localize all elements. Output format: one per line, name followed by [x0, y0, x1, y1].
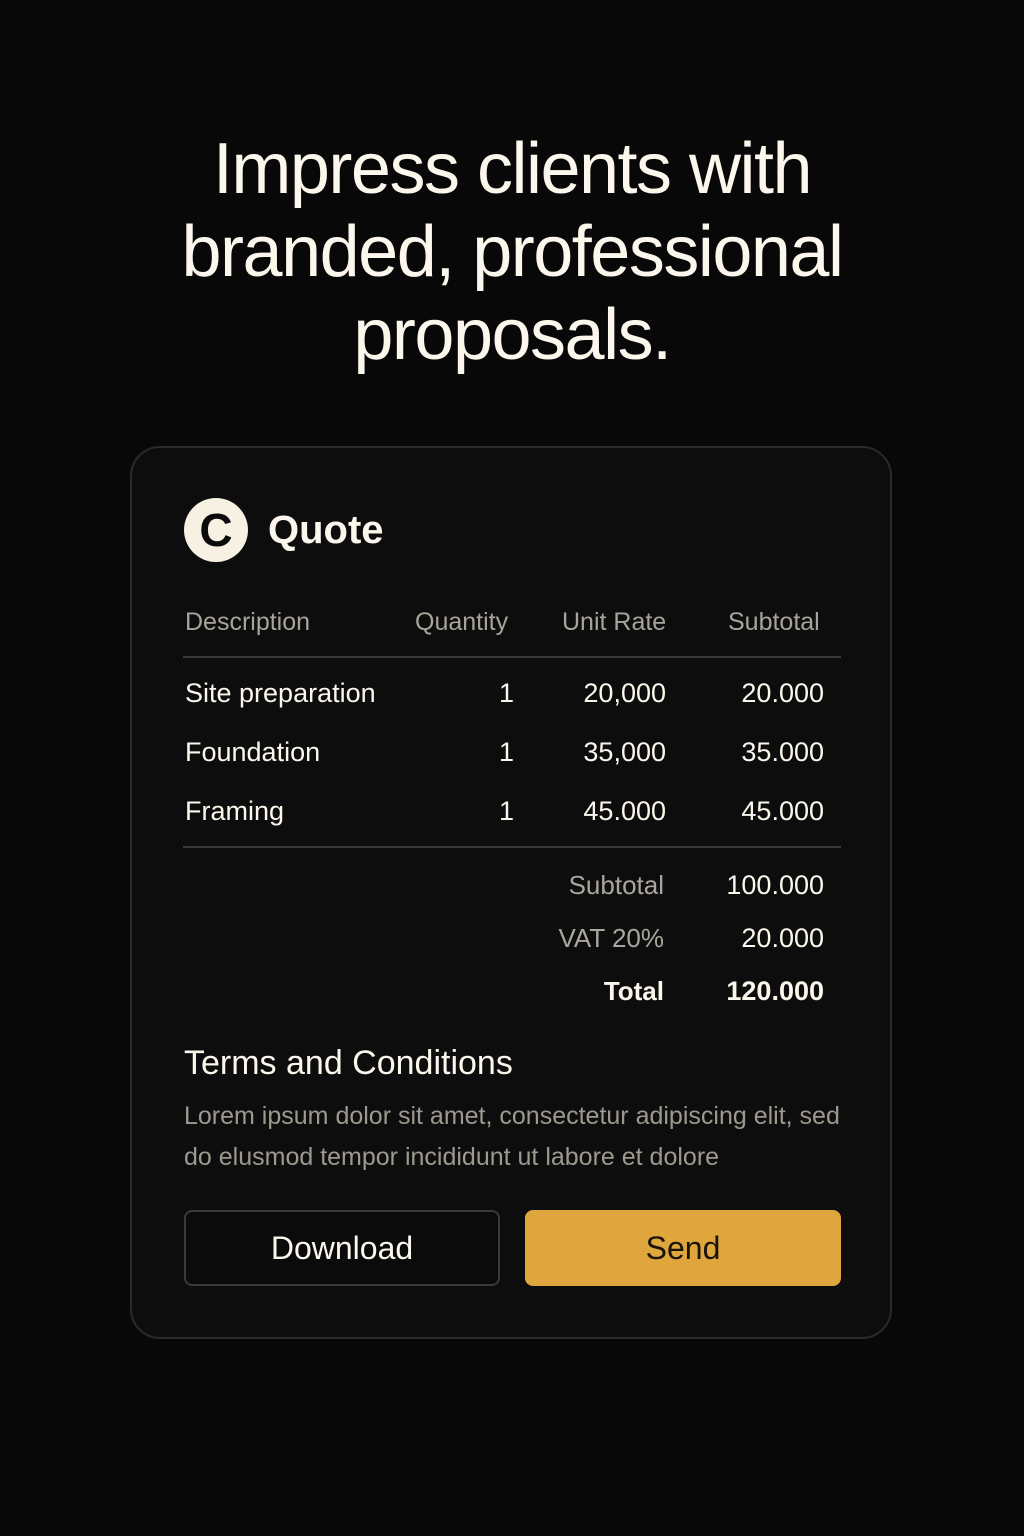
row-3-unit-rate: 45.000	[583, 796, 666, 826]
headline: Impress clients with branded, profession…	[0, 128, 1024, 377]
headline-line-3: proposals.	[353, 295, 672, 375]
row-1-description: Site preparation	[185, 678, 376, 708]
row-2-unit-rate: 35,000	[583, 737, 666, 767]
summary-subtotal-label: Subtotal	[568, 870, 664, 900]
brand-logo-icon: C	[184, 498, 248, 562]
row-2-subtotal: 35.000	[741, 737, 824, 767]
download-button[interactable]: Download	[184, 1210, 500, 1286]
row-2-quantity: 1	[498, 737, 514, 767]
summary-vat-value: 20.000	[741, 923, 824, 953]
quote-title: Quote	[268, 507, 384, 552]
summary-total-label: Total	[603, 976, 664, 1006]
row-1-subtotal: 20.000	[741, 678, 824, 708]
quote-card: C Quote Description Quantity Unit Rate S…	[130, 446, 892, 1339]
row-1-quantity: 1	[498, 678, 514, 708]
column-header-description: Description	[185, 608, 311, 636]
row-3-description: Framing	[185, 796, 285, 826]
send-button[interactable]: Send	[525, 1210, 841, 1286]
row-2-description: Foundation	[185, 737, 321, 767]
column-header-subtotal: Subtotal	[728, 608, 820, 636]
row-3-subtotal: 45.000	[741, 796, 824, 826]
headline-line-1: Impress clients with	[212, 129, 813, 209]
rows-divider	[183, 846, 841, 848]
summary-total-value: 120.000	[726, 976, 824, 1006]
headline-line-2: branded, professional	[181, 212, 844, 292]
summary-subtotal-value: 100.000	[726, 870, 824, 900]
row-1-unit-rate: 20,000	[583, 678, 666, 708]
summary-vat-label: VAT 20%	[558, 923, 665, 953]
row-3-quantity: 1	[498, 796, 514, 826]
header-divider	[183, 656, 841, 658]
terms-title: Terms and Conditions	[184, 1044, 513, 1082]
terms-body: Lorem ipsum dolor sit amet, consectetur …	[184, 1102, 840, 1171]
column-header-unit-rate: Unit Rate	[562, 608, 667, 636]
column-header-quantity: Quantity	[415, 608, 509, 636]
quote-header: C Quote	[184, 498, 384, 562]
